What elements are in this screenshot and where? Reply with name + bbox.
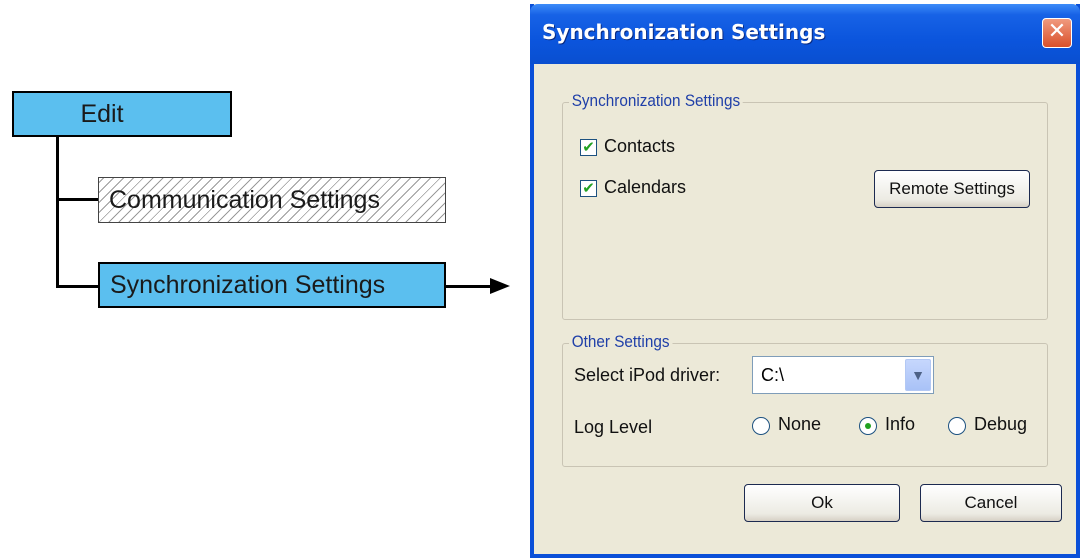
close-button[interactable]: ✕ xyxy=(1042,18,1072,48)
cancel-button-label: Cancel xyxy=(964,493,1018,512)
log-level-debug-label[interactable]: Debug xyxy=(974,414,1027,435)
checkmark-icon: ✔ xyxy=(582,179,595,197)
sync-group-legend: Synchronization Settings xyxy=(569,91,743,111)
contacts-checkbox[interactable]: ✔ xyxy=(580,139,597,156)
dialog-title: Synchronization Settings xyxy=(542,20,826,44)
remote-settings-button[interactable]: Remote Settings xyxy=(874,170,1030,208)
tree-connector-synchronization xyxy=(56,285,98,288)
ipod-driver-select[interactable]: C:\ ▼ xyxy=(752,356,934,394)
menu-edit-label: Edit xyxy=(80,99,124,128)
ok-button[interactable]: Ok xyxy=(744,484,900,522)
menu-communication-label: Communication Settings xyxy=(109,185,380,214)
ipod-driver-label: Select iPod driver: xyxy=(574,365,721,385)
close-icon: ✕ xyxy=(1047,19,1067,44)
other-group-legend: Other Settings xyxy=(569,332,673,352)
sync-settings-dialog: Synchronization Settings ✕ Synchronizati… xyxy=(530,4,1080,558)
ok-button-label: Ok xyxy=(811,493,833,512)
log-level-info-radio[interactable] xyxy=(859,417,877,435)
cancel-button[interactable]: Cancel xyxy=(920,484,1062,522)
tree-connector-vertical xyxy=(56,137,59,287)
sync-settings-group: Synchronization Settings xyxy=(562,91,1048,320)
log-level-none-label[interactable]: None xyxy=(778,414,821,435)
menu-communication-settings: Communication Settings xyxy=(98,177,446,223)
log-level-info-label[interactable]: Info xyxy=(885,414,915,435)
checkmark-icon: ✔ xyxy=(582,138,595,156)
tree-connector-communication xyxy=(56,198,98,201)
arrow-line xyxy=(446,285,492,288)
menu-edit: Edit xyxy=(12,91,232,137)
dialog-titlebar[interactable]: Synchronization Settings ✕ xyxy=(530,4,1080,64)
log-level-label: Log Level xyxy=(574,417,653,437)
remote-settings-label: Remote Settings xyxy=(889,179,1015,198)
menu-synchronization-label: Synchronization Settings xyxy=(110,270,386,299)
calendars-checkbox[interactable]: ✔ xyxy=(580,180,597,197)
menu-synchronization-settings: Synchronization Settings xyxy=(98,262,446,308)
arrow-right-icon xyxy=(490,278,510,294)
ipod-driver-value: C:\ xyxy=(761,365,785,385)
log-level-none-radio[interactable] xyxy=(752,417,770,435)
calendars-label[interactable]: Calendars xyxy=(604,177,686,198)
chevron-down-icon[interactable]: ▼ xyxy=(905,359,931,391)
contacts-label[interactable]: Contacts xyxy=(604,136,675,157)
log-level-debug-radio[interactable] xyxy=(948,417,966,435)
